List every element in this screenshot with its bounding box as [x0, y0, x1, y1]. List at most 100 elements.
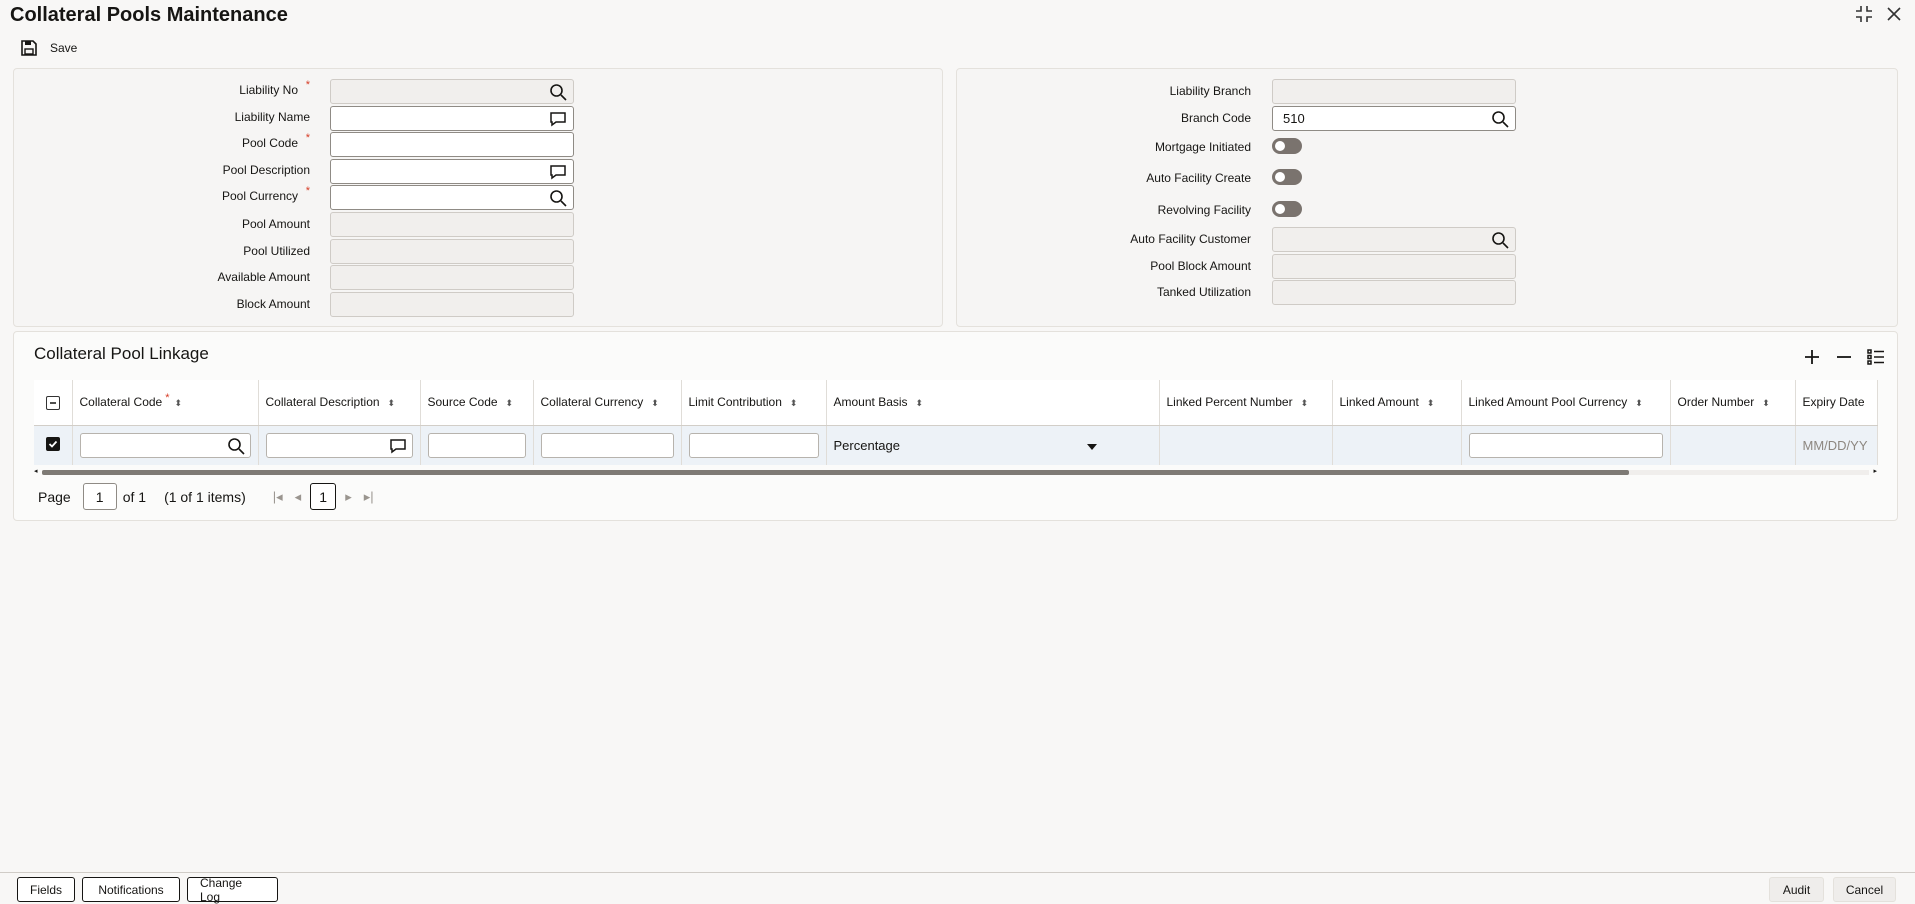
change-log-button[interactable]: Change Log [187, 876, 278, 904]
collateral-currency-input[interactable] [540, 432, 674, 458]
scroll-left-icon[interactable]: ◂ [34, 467, 38, 475]
close-icon[interactable] [1883, 4, 1905, 26]
fields-button[interactable]: Fields [17, 877, 75, 902]
col-collateral-code[interactable]: Collateral Code * ⬍ [72, 380, 259, 426]
col-expiry-date[interactable]: Expiry Date [1795, 380, 1878, 426]
comment-icon[interactable] [549, 163, 567, 181]
pool-currency-label: Pool Currency * [221, 185, 310, 203]
amount-basis-cell[interactable]: Percentage [826, 425, 1160, 465]
linked-amount-pool-currency-input[interactable] [1468, 432, 1663, 458]
available-amount-input [330, 265, 574, 290]
limit-contribution-input[interactable] [688, 432, 819, 458]
linked-percent-number-cell [1159, 425, 1333, 465]
mortgage-initiated-toggle[interactable] [1272, 138, 1302, 154]
chevron-down-icon[interactable] [1086, 438, 1097, 453]
collateral-code-input[interactable] [79, 432, 251, 458]
collapse-icon[interactable] [1853, 4, 1875, 26]
comment-icon[interactable] [549, 110, 567, 128]
source-code-cell[interactable] [420, 425, 534, 465]
liability-name-input[interactable] [330, 106, 574, 131]
page-of-label: of 1 [122, 488, 147, 505]
grid-tools [1801, 346, 1887, 368]
audit-button[interactable]: Audit [1769, 877, 1824, 902]
pool-utilized-label: Pool Utilized [243, 244, 310, 258]
sort-icon: ⬍ [1762, 397, 1770, 408]
limit-contribution-cell[interactable] [681, 425, 827, 465]
last-page-icon[interactable]: ▸| [361, 489, 377, 505]
scroll-right-icon[interactable]: ▸ [1873, 467, 1877, 475]
col-order-number[interactable]: Order Number ⬍ [1670, 380, 1796, 426]
order-number-cell [1670, 425, 1796, 465]
liability-no-label: Liability No * [239, 79, 310, 97]
save-button[interactable]: Save [20, 39, 77, 57]
collateral-code-cell[interactable] [72, 425, 259, 465]
grid-title: Collateral Pool Linkage [34, 344, 209, 363]
prev-page-icon[interactable]: ◂ [292, 489, 305, 505]
page-title: Collateral Pools Maintenance [10, 4, 288, 26]
sort-icon: ⬍ [174, 397, 183, 408]
collateral-description-input[interactable] [265, 432, 413, 458]
branch-code-input[interactable]: 510 [1272, 106, 1516, 131]
pool-description-label: Pool Description [222, 163, 310, 177]
search-icon[interactable] [549, 83, 567, 101]
auto-facility-customer-input[interactable] [1272, 227, 1516, 252]
select-all-checkbox[interactable] [45, 395, 60, 410]
source-code-input[interactable] [427, 432, 526, 458]
search-icon[interactable] [549, 189, 567, 207]
branch-code-label: Branch Code [1180, 111, 1251, 125]
search-icon[interactable] [1491, 110, 1509, 128]
notifications-button[interactable]: Notifications [82, 877, 180, 902]
sort-icon: ⬍ [789, 397, 798, 408]
save-icon [21, 40, 37, 56]
add-row-icon[interactable] [1801, 346, 1823, 368]
col-linked-amount[interactable]: Linked Amount ⬍ [1332, 380, 1462, 426]
cancel-button[interactable]: Cancel [1833, 877, 1896, 902]
select-all-header[interactable] [34, 380, 73, 426]
col-limit-contribution[interactable]: Limit Contribution ⬍ [681, 380, 827, 426]
auto-facility-create-toggle[interactable] [1272, 169, 1302, 185]
column-list-icon[interactable] [1865, 346, 1887, 368]
page-input[interactable]: 1 [82, 483, 117, 510]
sort-icon: ⬍ [915, 397, 924, 408]
pool-block-amount-label: Pool Block Amount [1150, 259, 1251, 273]
table-row[interactable]: Percentage MM/DD/YY [34, 425, 1878, 465]
revolving-facility-label: Revolving Facility [1157, 203, 1251, 217]
collateral-currency-cell[interactable] [533, 425, 682, 465]
col-linked-amount-pool-currency[interactable]: Linked Amount Pool Currency ⬍ [1461, 380, 1671, 426]
auto-facility-customer-label: Auto Facility Customer [1130, 232, 1251, 246]
next-page-icon[interactable]: ▸ [342, 489, 355, 505]
linked-amount-pool-currency-cell[interactable] [1461, 425, 1671, 465]
col-collateral-currency[interactable]: Collateral Currency ⬍ [533, 380, 682, 426]
pool-currency-input[interactable] [330, 185, 574, 210]
pool-description-input[interactable] [330, 159, 574, 184]
horizontal-scrollbar[interactable]: ◂ ▸ [34, 467, 1877, 477]
tanked-utilization-input [1272, 280, 1516, 305]
tanked-utilization-label: Tanked Utilization [1156, 285, 1251, 299]
scroll-thumb[interactable] [42, 470, 1629, 475]
expiry-date-placeholder: MM/DD/YY [1802, 437, 1868, 453]
pool-code-input[interactable] [330, 132, 574, 157]
expiry-date-cell[interactable]: MM/DD/YY [1795, 425, 1878, 465]
revolving-facility-toggle[interactable] [1272, 201, 1302, 217]
sort-icon: ⬍ [1300, 397, 1309, 408]
items-count: (1 of 1 items) [164, 488, 246, 505]
row-checkbox[interactable] [45, 436, 60, 451]
linked-amount-cell [1332, 425, 1462, 465]
comment-icon[interactable] [389, 437, 407, 455]
pagination: Page 1 of 1 (1 of 1 items) |◂ ◂ 1 ▸ ▸| [38, 483, 377, 510]
remove-row-icon[interactable] [1833, 346, 1855, 368]
search-icon[interactable] [1491, 231, 1509, 249]
search-icon[interactable] [227, 437, 245, 455]
col-amount-basis[interactable]: Amount Basis ⬍ [826, 380, 1160, 426]
liability-name-label: Liability Name [234, 110, 310, 124]
col-source-code[interactable]: Source Code ⬍ [420, 380, 534, 426]
left-form-panel: Liability No * Liability Name Pool Code * … [13, 68, 943, 327]
row-select-cell[interactable] [34, 425, 73, 465]
liability-branch-label: Liability Branch [1169, 84, 1251, 98]
current-page-button[interactable]: 1 [310, 483, 337, 510]
col-linked-percent-number[interactable]: Linked Percent Number ⬍ [1159, 380, 1333, 426]
collateral-description-cell[interactable] [258, 425, 421, 465]
col-collateral-description[interactable]: Collateral Description ⬍ [258, 380, 421, 426]
liability-no-input[interactable] [330, 79, 574, 104]
first-page-icon[interactable]: |◂ [270, 489, 286, 505]
